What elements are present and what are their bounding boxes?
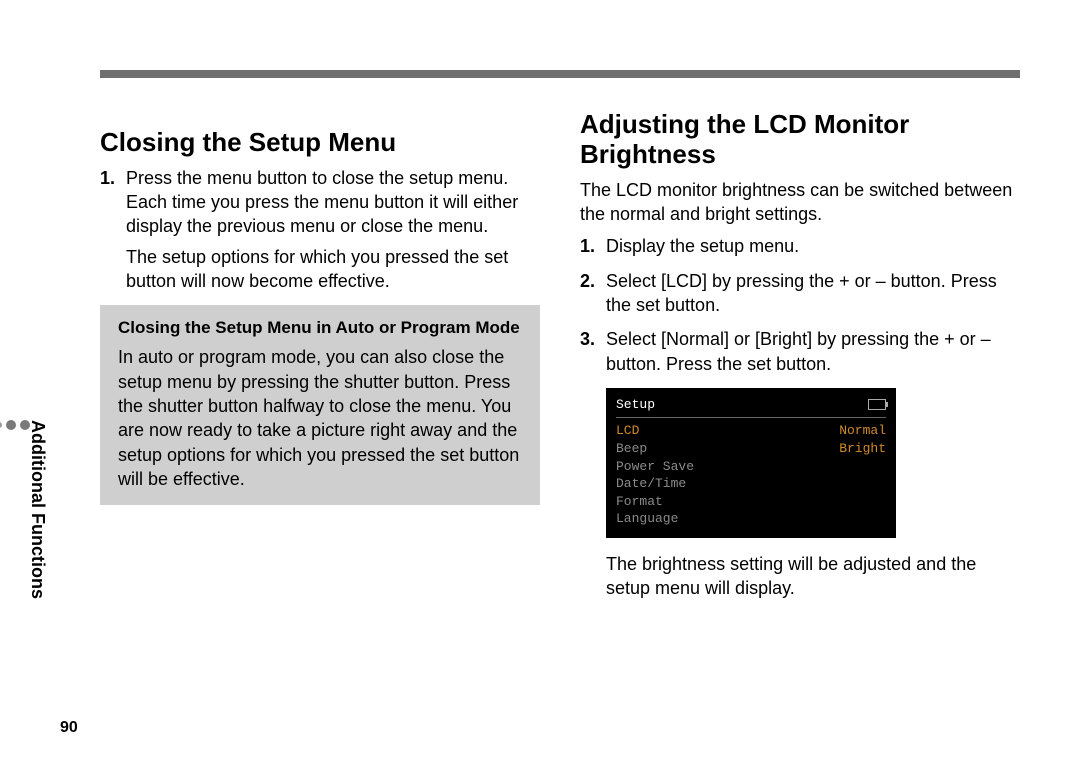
tip-body: In auto or program mode, you can also cl… [118,345,522,491]
right-step-2: 2. Select [LCD] by pressing the + or – b… [580,269,1020,318]
lcd-header: Setup [616,396,886,419]
lcd-rows: LCD Normal Beep Bright Power SaveDate/TimeFo… [616,422,886,527]
step-text: Select [Normal] or [Bright] by pressing … [606,329,991,373]
lcd-setup-illustration: Setup LCD Normal Beep Bright Power SaveDate/… [606,388,896,538]
lcd-row: Date/Time [616,475,886,493]
lcd-row-label: LCD [616,422,639,440]
step-number: 2. [580,269,595,293]
lcd-row: LCD Normal [616,422,886,440]
tip-box: Closing the Setup Menu in Auto or Progra… [100,305,540,505]
page-number: 90 [60,719,78,737]
lcd-row-label: Power Save [616,458,694,476]
content-columns: Closing the Setup Menu 1. Press the menu… [100,110,1020,600]
step-number: 3. [580,327,595,351]
right-column: Adjusting the LCD Monitor Brightness The… [580,110,1020,600]
lcd-row-label: Date/Time [616,475,686,493]
right-intro: The LCD monitor brightness can be switch… [580,178,1020,227]
step-number: 1. [580,234,595,258]
right-after-lcd: The brightness setting will be adjusted … [606,552,1020,601]
lcd-row: Power Save [616,458,886,476]
section-side-label: Additional Functions [27,420,48,599]
tip-title: Closing the Setup Menu in Auto or Progra… [118,317,522,339]
header-rule [100,70,1020,78]
right-step-1: 1. Display the setup menu. [580,234,1020,258]
right-step-3: 3. Select [Normal] or [Bright] by pressi… [580,327,1020,376]
right-heading: Adjusting the LCD Monitor Brightness [580,110,1020,170]
step-note: The setup options for which you pressed … [126,245,540,294]
side-dots-decoration [0,420,30,430]
lcd-title: Setup [616,396,655,414]
lcd-row-value: Normal [839,422,886,440]
lcd-row-label: Language [616,510,678,528]
left-column: Closing the Setup Menu 1. Press the menu… [100,110,540,600]
battery-icon [868,399,886,410]
lcd-row-label: Format [616,493,663,511]
lcd-row: Beep Bright [616,440,886,458]
lcd-row: Format [616,493,886,511]
lcd-row: Language [616,510,886,528]
step-number: 1. [100,166,115,190]
step-text: Display the setup menu. [606,236,799,256]
left-step-1: 1. Press the menu button to close the se… [100,166,540,293]
manual-page: Additional Functions 90 Closing the Setu… [0,0,1080,765]
step-text: Select [LCD] by pressing the + or – butt… [606,271,997,315]
left-heading: Closing the Setup Menu [100,128,540,158]
lcd-row-label: Beep [616,440,647,458]
step-text: Press the menu button to close the setup… [126,168,518,237]
lcd-row-value: Bright [839,440,886,458]
